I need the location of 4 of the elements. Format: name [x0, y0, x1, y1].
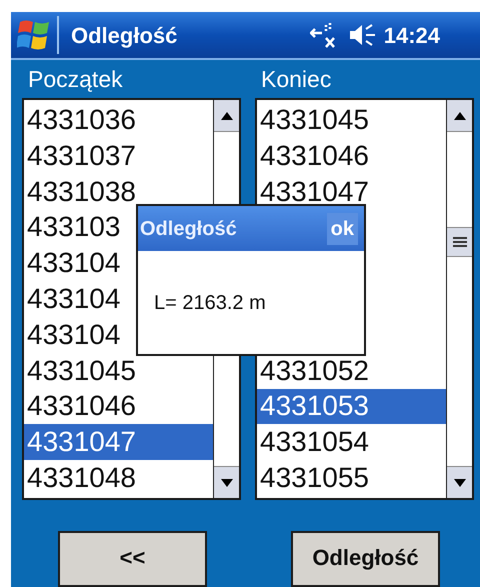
window-title: Odległość [71, 22, 178, 50]
list-label: Koniec [261, 68, 332, 90]
list-label: Początek [28, 68, 123, 90]
dialog-title: Odległość [140, 216, 237, 242]
